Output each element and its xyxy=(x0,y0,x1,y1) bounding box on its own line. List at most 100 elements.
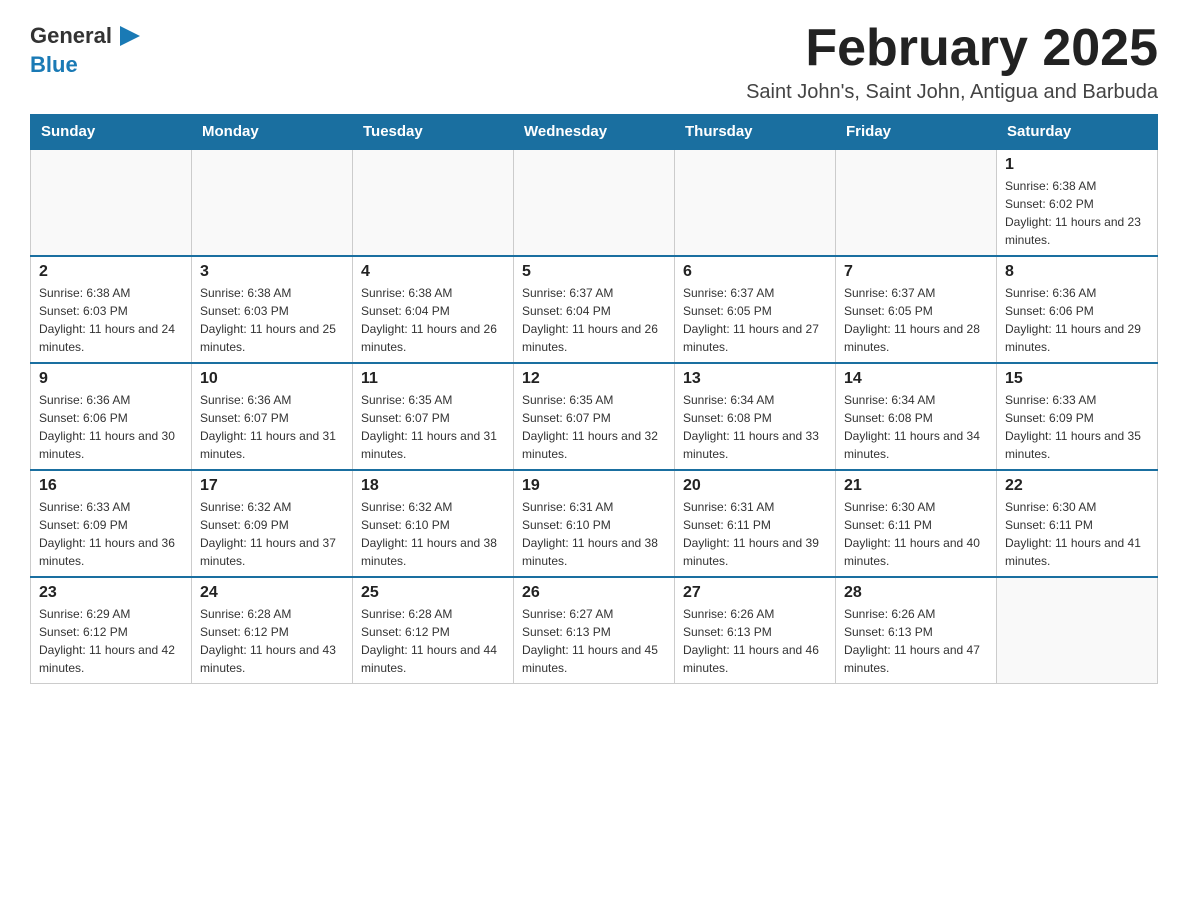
calendar-week-1: 1 Sunrise: 6:38 AM Sunset: 6:02 PM Daylig… xyxy=(31,149,1158,256)
day-info: Sunrise: 6:33 AM Sunset: 6:09 PM Dayligh… xyxy=(1005,391,1149,463)
calendar-cell: 24 Sunrise: 6:28 AM Sunset: 6:12 PM Dayli… xyxy=(192,577,353,684)
day-info: Sunrise: 6:29 AM Sunset: 6:12 PM Dayligh… xyxy=(39,605,183,677)
day-info: Sunrise: 6:27 AM Sunset: 6:13 PM Dayligh… xyxy=(522,605,666,677)
day-info: Sunrise: 6:38 AM Sunset: 6:04 PM Dayligh… xyxy=(361,284,505,356)
day-number: 20 xyxy=(683,477,827,495)
calendar-cell xyxy=(353,149,514,256)
calendar-cell: 2Sunrise: 6:38 AM Sunset: 6:03 PM Daylig… xyxy=(31,256,192,363)
day-number: 15 xyxy=(1005,370,1149,388)
weekday-header-friday: Friday xyxy=(836,115,997,150)
day-number: 4 xyxy=(361,263,505,281)
location-subtitle: Saint John's, Saint John, Antigua and Ba… xyxy=(746,81,1158,104)
day-info: Sunrise: 6:38 AM Sunset: 6:02 PM Dayligh… xyxy=(1005,177,1149,249)
title-area: February 2025 Saint John's, Saint John, … xyxy=(746,20,1158,104)
day-info: Sunrise: 6:33 AM Sunset: 6:09 PM Dayligh… xyxy=(39,498,183,570)
day-info: Sunrise: 6:34 AM Sunset: 6:08 PM Dayligh… xyxy=(844,391,988,463)
calendar-cell: 6 Sunrise: 6:37 AM Sunset: 6:05 PM Daylig… xyxy=(675,256,836,363)
day-number: 17 xyxy=(200,477,344,495)
calendar-cell: 11 Sunrise: 6:35 AM Sunset: 6:07 PM Dayli… xyxy=(353,363,514,470)
month-title: February 2025 xyxy=(746,20,1158,77)
day-number: 28 xyxy=(844,584,988,602)
calendar-week-2: 2Sunrise: 6:38 AM Sunset: 6:03 PM Daylig… xyxy=(31,256,1158,363)
day-number: 23 xyxy=(39,584,183,602)
day-info: Sunrise: 6:26 AM Sunset: 6:13 PM Dayligh… xyxy=(683,605,827,677)
logo-icon xyxy=(112,20,144,52)
calendar-cell: 8Sunrise: 6:36 AM Sunset: 6:06 PM Daylig… xyxy=(997,256,1158,363)
day-number: 11 xyxy=(361,370,505,388)
calendar-cell: 23 Sunrise: 6:29 AM Sunset: 6:12 PM Dayli… xyxy=(31,577,192,684)
calendar-cell: 13 Sunrise: 6:34 AM Sunset: 6:08 PM Dayli… xyxy=(675,363,836,470)
day-number: 24 xyxy=(200,584,344,602)
day-number: 10 xyxy=(200,370,344,388)
calendar-cell: 18 Sunrise: 6:32 AM Sunset: 6:10 PM Dayli… xyxy=(353,470,514,577)
calendar-cell: 17 Sunrise: 6:32 AM Sunset: 6:09 PM Dayli… xyxy=(192,470,353,577)
day-number: 3 xyxy=(200,263,344,281)
calendar-cell: 20 Sunrise: 6:31 AM Sunset: 6:11 PM Dayli… xyxy=(675,470,836,577)
day-info: Sunrise: 6:37 AM Sunset: 6:05 PM Dayligh… xyxy=(683,284,827,356)
calendar-cell: 12Sunrise: 6:35 AM Sunset: 6:07 PM Dayli… xyxy=(514,363,675,470)
day-number: 21 xyxy=(844,477,988,495)
day-number: 9 xyxy=(39,370,183,388)
calendar-week-4: 16 Sunrise: 6:33 AM Sunset: 6:09 PM Dayli… xyxy=(31,470,1158,577)
day-number: 6 xyxy=(683,263,827,281)
calendar-cell: 22Sunrise: 6:30 AM Sunset: 6:11 PM Dayli… xyxy=(997,470,1158,577)
weekday-header-monday: Monday xyxy=(192,115,353,150)
day-number: 12 xyxy=(522,370,666,388)
calendar-cell: 10 Sunrise: 6:36 AM Sunset: 6:07 PM Dayli… xyxy=(192,363,353,470)
header: General Blue February 2025 Saint John's,… xyxy=(30,20,1158,104)
calendar-cell: 21 Sunrise: 6:30 AM Sunset: 6:11 PM Dayli… xyxy=(836,470,997,577)
day-info: Sunrise: 6:38 AM Sunset: 6:03 PM Dayligh… xyxy=(200,284,344,356)
day-number: 5 xyxy=(522,263,666,281)
weekday-header-tuesday: Tuesday xyxy=(353,115,514,150)
day-number: 26 xyxy=(522,584,666,602)
calendar-week-3: 9Sunrise: 6:36 AM Sunset: 6:06 PM Daylig… xyxy=(31,363,1158,470)
day-info: Sunrise: 6:37 AM Sunset: 6:04 PM Dayligh… xyxy=(522,284,666,356)
weekday-header-wednesday: Wednesday xyxy=(514,115,675,150)
calendar-cell xyxy=(997,577,1158,684)
calendar-cell: 7 Sunrise: 6:37 AM Sunset: 6:05 PM Daylig… xyxy=(836,256,997,363)
calendar-cell: 26 Sunrise: 6:27 AM Sunset: 6:13 PM Dayli… xyxy=(514,577,675,684)
calendar-cell: 16 Sunrise: 6:33 AM Sunset: 6:09 PM Dayli… xyxy=(31,470,192,577)
day-info: Sunrise: 6:37 AM Sunset: 6:05 PM Dayligh… xyxy=(844,284,988,356)
day-info: Sunrise: 6:28 AM Sunset: 6:12 PM Dayligh… xyxy=(200,605,344,677)
day-info: Sunrise: 6:32 AM Sunset: 6:10 PM Dayligh… xyxy=(361,498,505,570)
calendar-cell xyxy=(514,149,675,256)
calendar-cell: 4 Sunrise: 6:38 AM Sunset: 6:04 PM Daylig… xyxy=(353,256,514,363)
calendar-table: SundayMondayTuesdayWednesdayThursdayFrid… xyxy=(30,114,1158,684)
weekday-header-sunday: Sunday xyxy=(31,115,192,150)
day-info: Sunrise: 6:36 AM Sunset: 6:07 PM Dayligh… xyxy=(200,391,344,463)
day-info: Sunrise: 6:34 AM Sunset: 6:08 PM Dayligh… xyxy=(683,391,827,463)
day-number: 16 xyxy=(39,477,183,495)
day-number: 27 xyxy=(683,584,827,602)
day-info: Sunrise: 6:30 AM Sunset: 6:11 PM Dayligh… xyxy=(844,498,988,570)
day-number: 14 xyxy=(844,370,988,388)
calendar-cell: 28 Sunrise: 6:26 AM Sunset: 6:13 PM Dayli… xyxy=(836,577,997,684)
calendar-cell: 1 Sunrise: 6:38 AM Sunset: 6:02 PM Daylig… xyxy=(997,149,1158,256)
calendar-week-5: 23 Sunrise: 6:29 AM Sunset: 6:12 PM Dayli… xyxy=(31,577,1158,684)
weekday-header-saturday: Saturday xyxy=(997,115,1158,150)
calendar-cell: 27 Sunrise: 6:26 AM Sunset: 6:13 PM Dayli… xyxy=(675,577,836,684)
day-info: Sunrise: 6:32 AM Sunset: 6:09 PM Dayligh… xyxy=(200,498,344,570)
day-info: Sunrise: 6:31 AM Sunset: 6:11 PM Dayligh… xyxy=(683,498,827,570)
logo-blue-text: Blue xyxy=(30,52,78,77)
calendar-cell xyxy=(675,149,836,256)
day-info: Sunrise: 6:38 AM Sunset: 6:03 PM Dayligh… xyxy=(39,284,183,356)
day-number: 1 xyxy=(1005,156,1149,174)
calendar-cell: 19 Sunrise: 6:31 AM Sunset: 6:10 PM Dayli… xyxy=(514,470,675,577)
calendar-cell: 9Sunrise: 6:36 AM Sunset: 6:06 PM Daylig… xyxy=(31,363,192,470)
day-number: 7 xyxy=(844,263,988,281)
calendar-cell: 25Sunrise: 6:28 AM Sunset: 6:12 PM Dayli… xyxy=(353,577,514,684)
calendar-cell xyxy=(836,149,997,256)
day-number: 13 xyxy=(683,370,827,388)
day-info: Sunrise: 6:30 AM Sunset: 6:11 PM Dayligh… xyxy=(1005,498,1149,570)
weekday-header-row: SundayMondayTuesdayWednesdayThursdayFrid… xyxy=(31,115,1158,150)
day-info: Sunrise: 6:26 AM Sunset: 6:13 PM Dayligh… xyxy=(844,605,988,677)
calendar-cell xyxy=(31,149,192,256)
day-info: Sunrise: 6:31 AM Sunset: 6:10 PM Dayligh… xyxy=(522,498,666,570)
day-info: Sunrise: 6:36 AM Sunset: 6:06 PM Dayligh… xyxy=(1005,284,1149,356)
day-number: 18 xyxy=(361,477,505,495)
day-number: 19 xyxy=(522,477,666,495)
calendar-cell: 14 Sunrise: 6:34 AM Sunset: 6:08 PM Dayli… xyxy=(836,363,997,470)
day-info: Sunrise: 6:35 AM Sunset: 6:07 PM Dayligh… xyxy=(361,391,505,463)
logo: General Blue xyxy=(30,20,144,78)
